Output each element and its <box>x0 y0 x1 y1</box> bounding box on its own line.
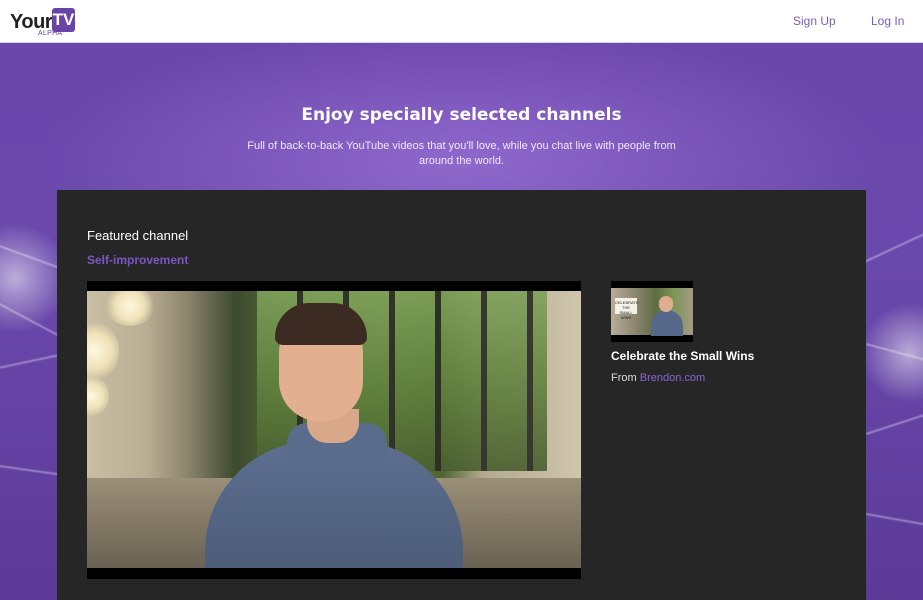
source-link[interactable]: Brendon.com <box>640 372 705 384</box>
thumbnail-presenter-head <box>659 296 673 312</box>
featured-panel: Featured channel Self-improvement CELEBR… <box>57 190 866 600</box>
video-source-line: From Brendon.com <box>611 372 705 384</box>
light-glow <box>860 303 923 403</box>
video-thumbnail[interactable]: CELEBRATE THE SMALL WINS <box>611 281 693 342</box>
video-card[interactable]: CELEBRATE THE SMALL WINS Celebrate the S… <box>611 281 811 391</box>
hero-title: Enjoy specially selected channels <box>301 105 622 125</box>
from-prefix: From <box>611 372 637 384</box>
sign-up-link[interactable]: Sign Up <box>793 14 836 28</box>
thumbnail-presenter <box>651 310 683 336</box>
light-streak <box>865 408 923 435</box>
thumbnail-book-cover: CELEBRATE THE SMALL WINS <box>615 298 639 320</box>
channel-name-link[interactable]: Self-improvement <box>87 253 188 267</box>
video-click-area[interactable] <box>87 281 581 579</box>
video-title[interactable]: Celebrate the Small Wins <box>611 349 754 363</box>
log-in-link[interactable]: Log In <box>871 14 904 28</box>
featured-channel-label: Featured channel <box>87 228 189 243</box>
logo-alpha-tag: ALPHA <box>38 30 63 37</box>
light-streak <box>865 513 923 529</box>
logo-tv-badge: TV <box>52 8 75 32</box>
top-header: Your TV ALPHA Sign Up Log In <box>0 0 923 43</box>
video-player[interactable] <box>87 281 581 579</box>
hero-subtitle: Full of back-to-back YouTube videos that… <box>247 140 676 167</box>
thumbnail-image: CELEBRATE THE SMALL WINS <box>611 288 693 336</box>
light-streak <box>859 225 923 265</box>
